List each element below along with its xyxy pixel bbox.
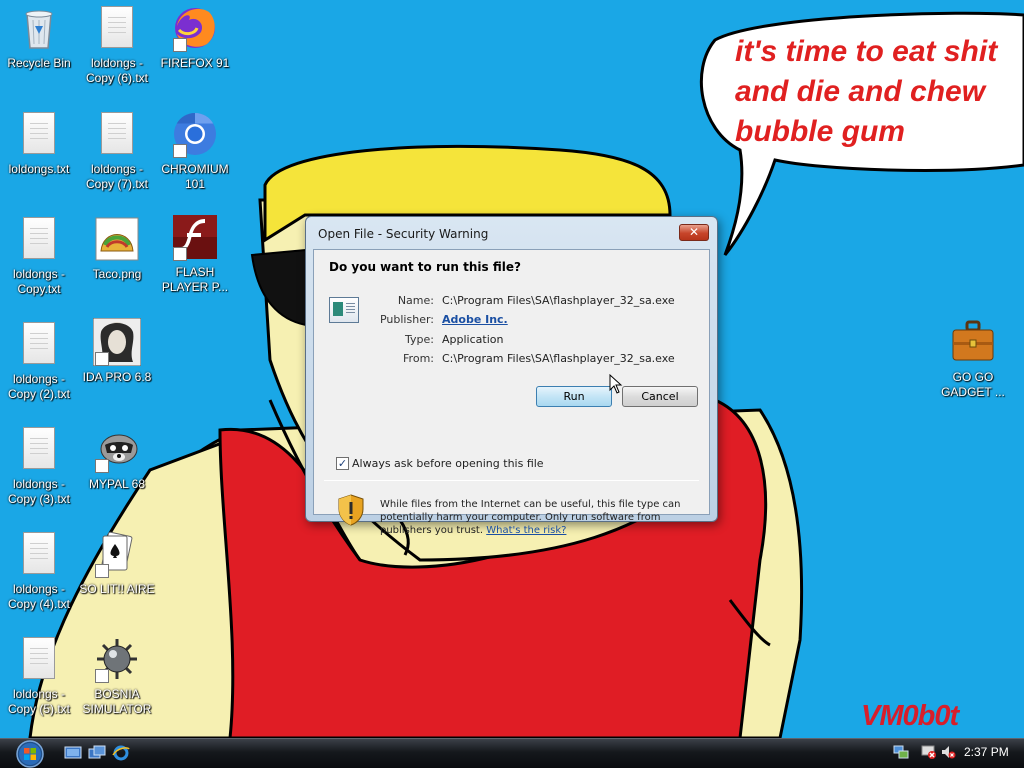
- firefox-icon: [171, 4, 219, 52]
- desktop-icon-firefox[interactable]: FIREFOX 91: [156, 4, 234, 71]
- info-key: Publisher:: [379, 313, 434, 326]
- info-row-type: Type: Application: [354, 333, 714, 346]
- taskbar: [0, 738, 1024, 768]
- taco-image-icon: [93, 215, 141, 263]
- text-file-icon: [15, 530, 63, 578]
- shortcut-arrow-icon: [95, 352, 109, 366]
- desktop-icon-solitaire[interactable]: SO LIT!! AIRE: [78, 530, 156, 597]
- desktop-icon-label: Taco.png: [92, 267, 142, 281]
- shortcut-arrow-icon: [95, 669, 109, 683]
- shortcut-arrow-icon: [173, 144, 187, 158]
- ida-pro-icon: [92, 317, 142, 367]
- desktop-icon-label: loldongs - Copy.txt: [12, 267, 66, 296]
- switch-windows-icon[interactable]: [88, 745, 106, 761]
- desktop-icon-chromium[interactable]: CHROMIUM 101: [156, 110, 234, 192]
- mypal-raccoon-icon: [93, 425, 141, 473]
- desktop-icon-label: Recycle Bin: [7, 56, 71, 70]
- desktop-icon-label: GO GO GADGET ...: [941, 370, 1005, 399]
- desktop-icon-label: loldongs - Copy (4).txt: [7, 582, 70, 611]
- cancel-button[interactable]: Cancel: [622, 386, 698, 407]
- desktop-icon-label: loldongs - Copy (2).txt: [7, 372, 70, 401]
- desktop-icon-loldongs-copy-4[interactable]: loldongs - Copy (4).txt: [0, 530, 78, 612]
- whats-the-risk-link[interactable]: What's the risk?: [486, 525, 566, 536]
- desktop-icon-label: FIREFOX 91: [160, 56, 230, 70]
- info-value-from: C:\Program Files\SA\flashplayer_32_sa.ex…: [442, 352, 675, 365]
- desktop-icon-loldongs-copy[interactable]: loldongs - Copy.txt: [0, 215, 78, 297]
- minesweeper-mine-icon: [93, 635, 141, 683]
- text-file-icon: [15, 320, 63, 368]
- desktop-icon-label: SO LIT!! AIRE: [79, 582, 155, 596]
- chromium-icon: [171, 110, 219, 158]
- dialog-question: Do you want to run this file?: [329, 260, 521, 274]
- close-button[interactable]: ✕: [679, 224, 709, 241]
- text-file-icon: [15, 425, 63, 473]
- info-value-type: Application: [442, 333, 504, 346]
- always-ask-checkbox[interactable]: ✓: [336, 457, 349, 470]
- desktop-icon-flash-player[interactable]: FLASH PLAYER P...: [156, 213, 234, 295]
- desktop-icon-label: loldongs - Copy (6).txt: [85, 56, 148, 85]
- desktop-icon-recycle-bin[interactable]: Recycle Bin: [0, 4, 78, 71]
- network-icon[interactable]: [893, 744, 909, 760]
- desktop-icon-mypal[interactable]: MYPAL 68: [78, 425, 156, 492]
- run-button[interactable]: Run: [536, 386, 612, 407]
- desktop-icon-taco[interactable]: Taco.png: [78, 215, 156, 282]
- desktop-icon-loldongs-copy-3[interactable]: loldongs - Copy (3).txt: [0, 425, 78, 507]
- desktop-icon-label: loldongs - Copy (3).txt: [7, 477, 70, 506]
- shortcut-arrow-icon: [173, 38, 187, 52]
- wallpaper-signature: VM0b0t: [861, 700, 959, 732]
- security-warning-dialog[interactable]: Open File - Security Warning ✕ Do you wa…: [305, 216, 718, 536]
- solitaire-cards-icon: [93, 530, 141, 578]
- speech-bubble-text: it's time to eat shit and die and chew b…: [735, 35, 998, 148]
- dialog-separator: [324, 480, 699, 481]
- info-row-from: From: C:\Program Files\SA\flashplayer_32_…: [354, 352, 714, 365]
- security-shield-icon: [338, 494, 364, 526]
- info-row-name: Name: C:\Program Files\SA\flashplayer_32_…: [354, 294, 714, 307]
- desktop-icon-label: CHROMIUM 101: [161, 162, 229, 191]
- briefcase-icon: [949, 318, 997, 366]
- info-key: From:: [403, 352, 434, 365]
- always-ask-label[interactable]: Always ask before opening this file: [352, 457, 544, 470]
- publisher-link[interactable]: Adobe Inc.: [442, 313, 508, 326]
- desktop-icon-label: IDA PRO 6.8: [82, 370, 152, 384]
- desktop-icon-label: MYPAL 68: [88, 477, 146, 491]
- info-key: Type:: [405, 333, 434, 346]
- info-value-name: C:\Program Files\SA\flashplayer_32_sa.ex…: [442, 294, 675, 307]
- dialog-body: Do you want to run this file? Name: C:\Pr…: [313, 249, 710, 536]
- desktop-icon-label: loldongs - Copy (5).txt: [7, 687, 70, 716]
- flash-player-icon: [171, 213, 219, 261]
- mouse-cursor-icon: [609, 373, 623, 394]
- show-desktop-icon[interactable]: [64, 745, 82, 761]
- info-row-publisher: Publisher: Adobe Inc.: [354, 313, 714, 326]
- recycle-bin-icon: [15, 4, 63, 52]
- desktop-icon-loldongs-copy-2[interactable]: loldongs - Copy (2).txt: [0, 320, 78, 402]
- desktop-icon-label: loldongs.txt: [8, 162, 70, 176]
- start-button[interactable]: [10, 739, 50, 768]
- desktop-icon-loldongs-copy-7[interactable]: loldongs - Copy (7).txt: [78, 110, 156, 192]
- internet-explorer-icon[interactable]: [112, 745, 130, 761]
- volume-muted-icon[interactable]: [940, 744, 956, 760]
- text-file-icon: [15, 110, 63, 158]
- shortcut-arrow-icon: [95, 459, 109, 473]
- text-file-icon: [93, 4, 141, 52]
- desktop-icon-label: loldongs - Copy (7).txt: [85, 162, 148, 191]
- connection-warning-icon[interactable]: [921, 744, 937, 760]
- desktop-icon-loldongs[interactable]: loldongs.txt: [0, 110, 78, 177]
- taskbar-clock[interactable]: 2:37 PM: [964, 745, 1009, 759]
- shortcut-arrow-icon: [173, 247, 187, 261]
- desktop-icon-loldongs-copy-6[interactable]: loldongs - Copy (6).txt: [78, 4, 156, 86]
- desktop-icon-loldongs-copy-5[interactable]: loldongs - Copy (5).txt: [0, 635, 78, 717]
- desktop-icon-label: FLASH PLAYER P...: [161, 265, 229, 294]
- info-key: Name:: [397, 294, 434, 307]
- shortcut-arrow-icon: [95, 564, 109, 578]
- wallpaper-sunglasses: [250, 248, 307, 327]
- desktop-icon-ida-pro[interactable]: IDA PRO 6.8: [78, 317, 156, 385]
- text-file-icon: [93, 110, 141, 158]
- warning-message: While files from the Internet can be use…: [380, 498, 700, 537]
- dialog-title: Open File - Security Warning: [318, 227, 489, 241]
- desktop-icon-label: BOSNIA SIMULATOR: [82, 687, 152, 716]
- text-file-icon: [15, 215, 63, 263]
- text-file-icon: [15, 635, 63, 683]
- desktop-icon-bosnia-simulator[interactable]: BOSNIA SIMULATOR: [78, 635, 156, 717]
- desktop-icon-go-go-gadget[interactable]: GO GO GADGET ...: [934, 318, 1012, 400]
